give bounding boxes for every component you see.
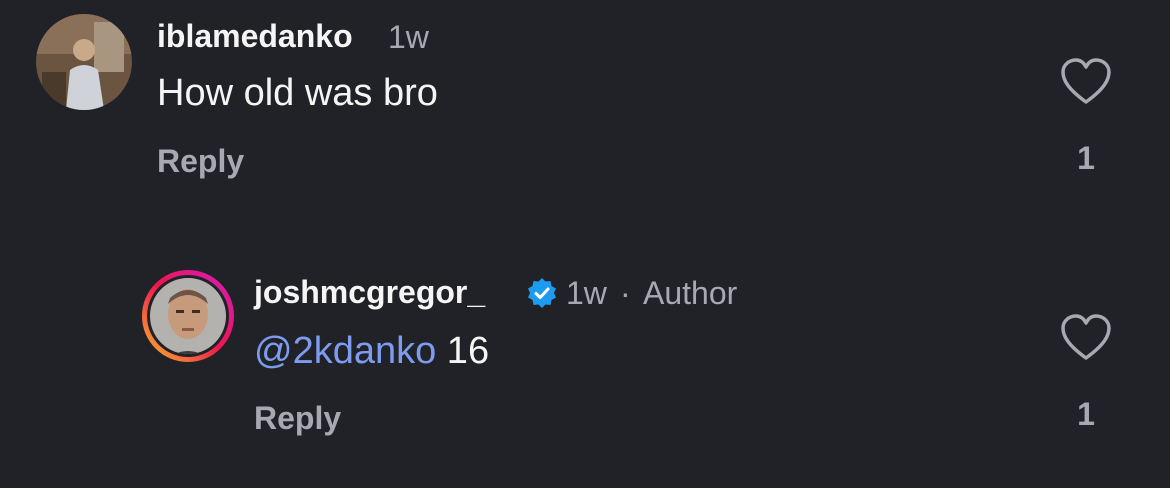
heart-icon (1061, 58, 1111, 104)
comment-username[interactable]: joshmcgregor_ (254, 274, 485, 311)
meta-separator: · (620, 275, 631, 311)
avatar-story-ring[interactable] (140, 268, 236, 364)
avatar[interactable] (36, 14, 132, 110)
heart-icon (1061, 314, 1111, 360)
like-count: 1 (1077, 140, 1095, 176)
author-tag: Author (643, 275, 738, 311)
comment-username[interactable]: iblamedanko (157, 18, 353, 55)
reply-button[interactable]: Reply (157, 143, 244, 180)
like-button[interactable] (1060, 314, 1112, 364)
comment-timestamp: 1w (388, 19, 429, 55)
like-button[interactable] (1060, 58, 1112, 108)
comment-text-value: 16 (436, 330, 490, 372)
comment-text: How old was bro (157, 72, 438, 114)
comment-timestamp: 1w (566, 275, 607, 311)
verified-badge-icon (526, 277, 558, 314)
mention-link[interactable]: @2kdanko (254, 330, 436, 372)
comment-text: @2kdanko 16 (254, 330, 489, 373)
like-count: 1 (1077, 396, 1095, 432)
reply-button[interactable]: Reply (254, 400, 341, 437)
